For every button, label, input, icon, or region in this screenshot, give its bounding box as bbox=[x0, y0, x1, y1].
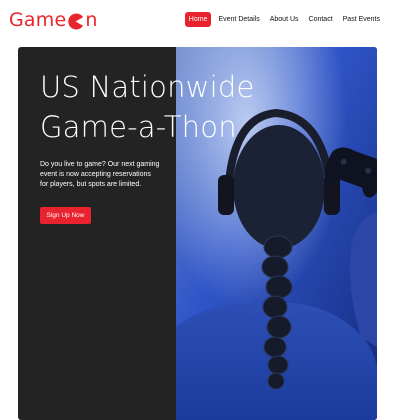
hero-description-line-3: for players, but spots are limited. bbox=[40, 181, 142, 188]
hero-title-line-1: US Nationwide bbox=[40, 70, 255, 104]
hero-description: Do you live to game? Our next gaming eve… bbox=[40, 160, 180, 190]
pacman-o-icon bbox=[67, 13, 84, 30]
hero-section: US Nationwide Game-a-Thon Do you live to… bbox=[18, 47, 377, 420]
site-header: Game n Home Event Details About Us Conta… bbox=[0, 0, 400, 40]
logo-text-left: Game bbox=[9, 9, 67, 31]
hero-description-line-1: Do you live to game? Our next gaming bbox=[40, 161, 160, 168]
hero-description-line-2: event is now accepting reservations bbox=[40, 171, 151, 178]
main-nav: Home Event Details About Us Contact Past… bbox=[181, 12, 383, 27]
logo-text-right: n bbox=[85, 9, 98, 31]
logo[interactable]: Game n bbox=[9, 9, 98, 31]
nav-contact[interactable]: Contact bbox=[306, 12, 336, 27]
nav-home[interactable]: Home bbox=[184, 12, 212, 27]
nav-past-events[interactable]: Past Events bbox=[340, 12, 383, 27]
sign-up-button[interactable]: Sign Up Now bbox=[40, 207, 91, 224]
hero-title-line-2: Game-a-Thon bbox=[40, 110, 237, 144]
nav-event-details[interactable]: Event Details bbox=[215, 12, 262, 27]
nav-about-us[interactable]: About Us bbox=[267, 12, 302, 27]
hero-title: US Nationwide Game-a-Thon bbox=[40, 67, 280, 147]
